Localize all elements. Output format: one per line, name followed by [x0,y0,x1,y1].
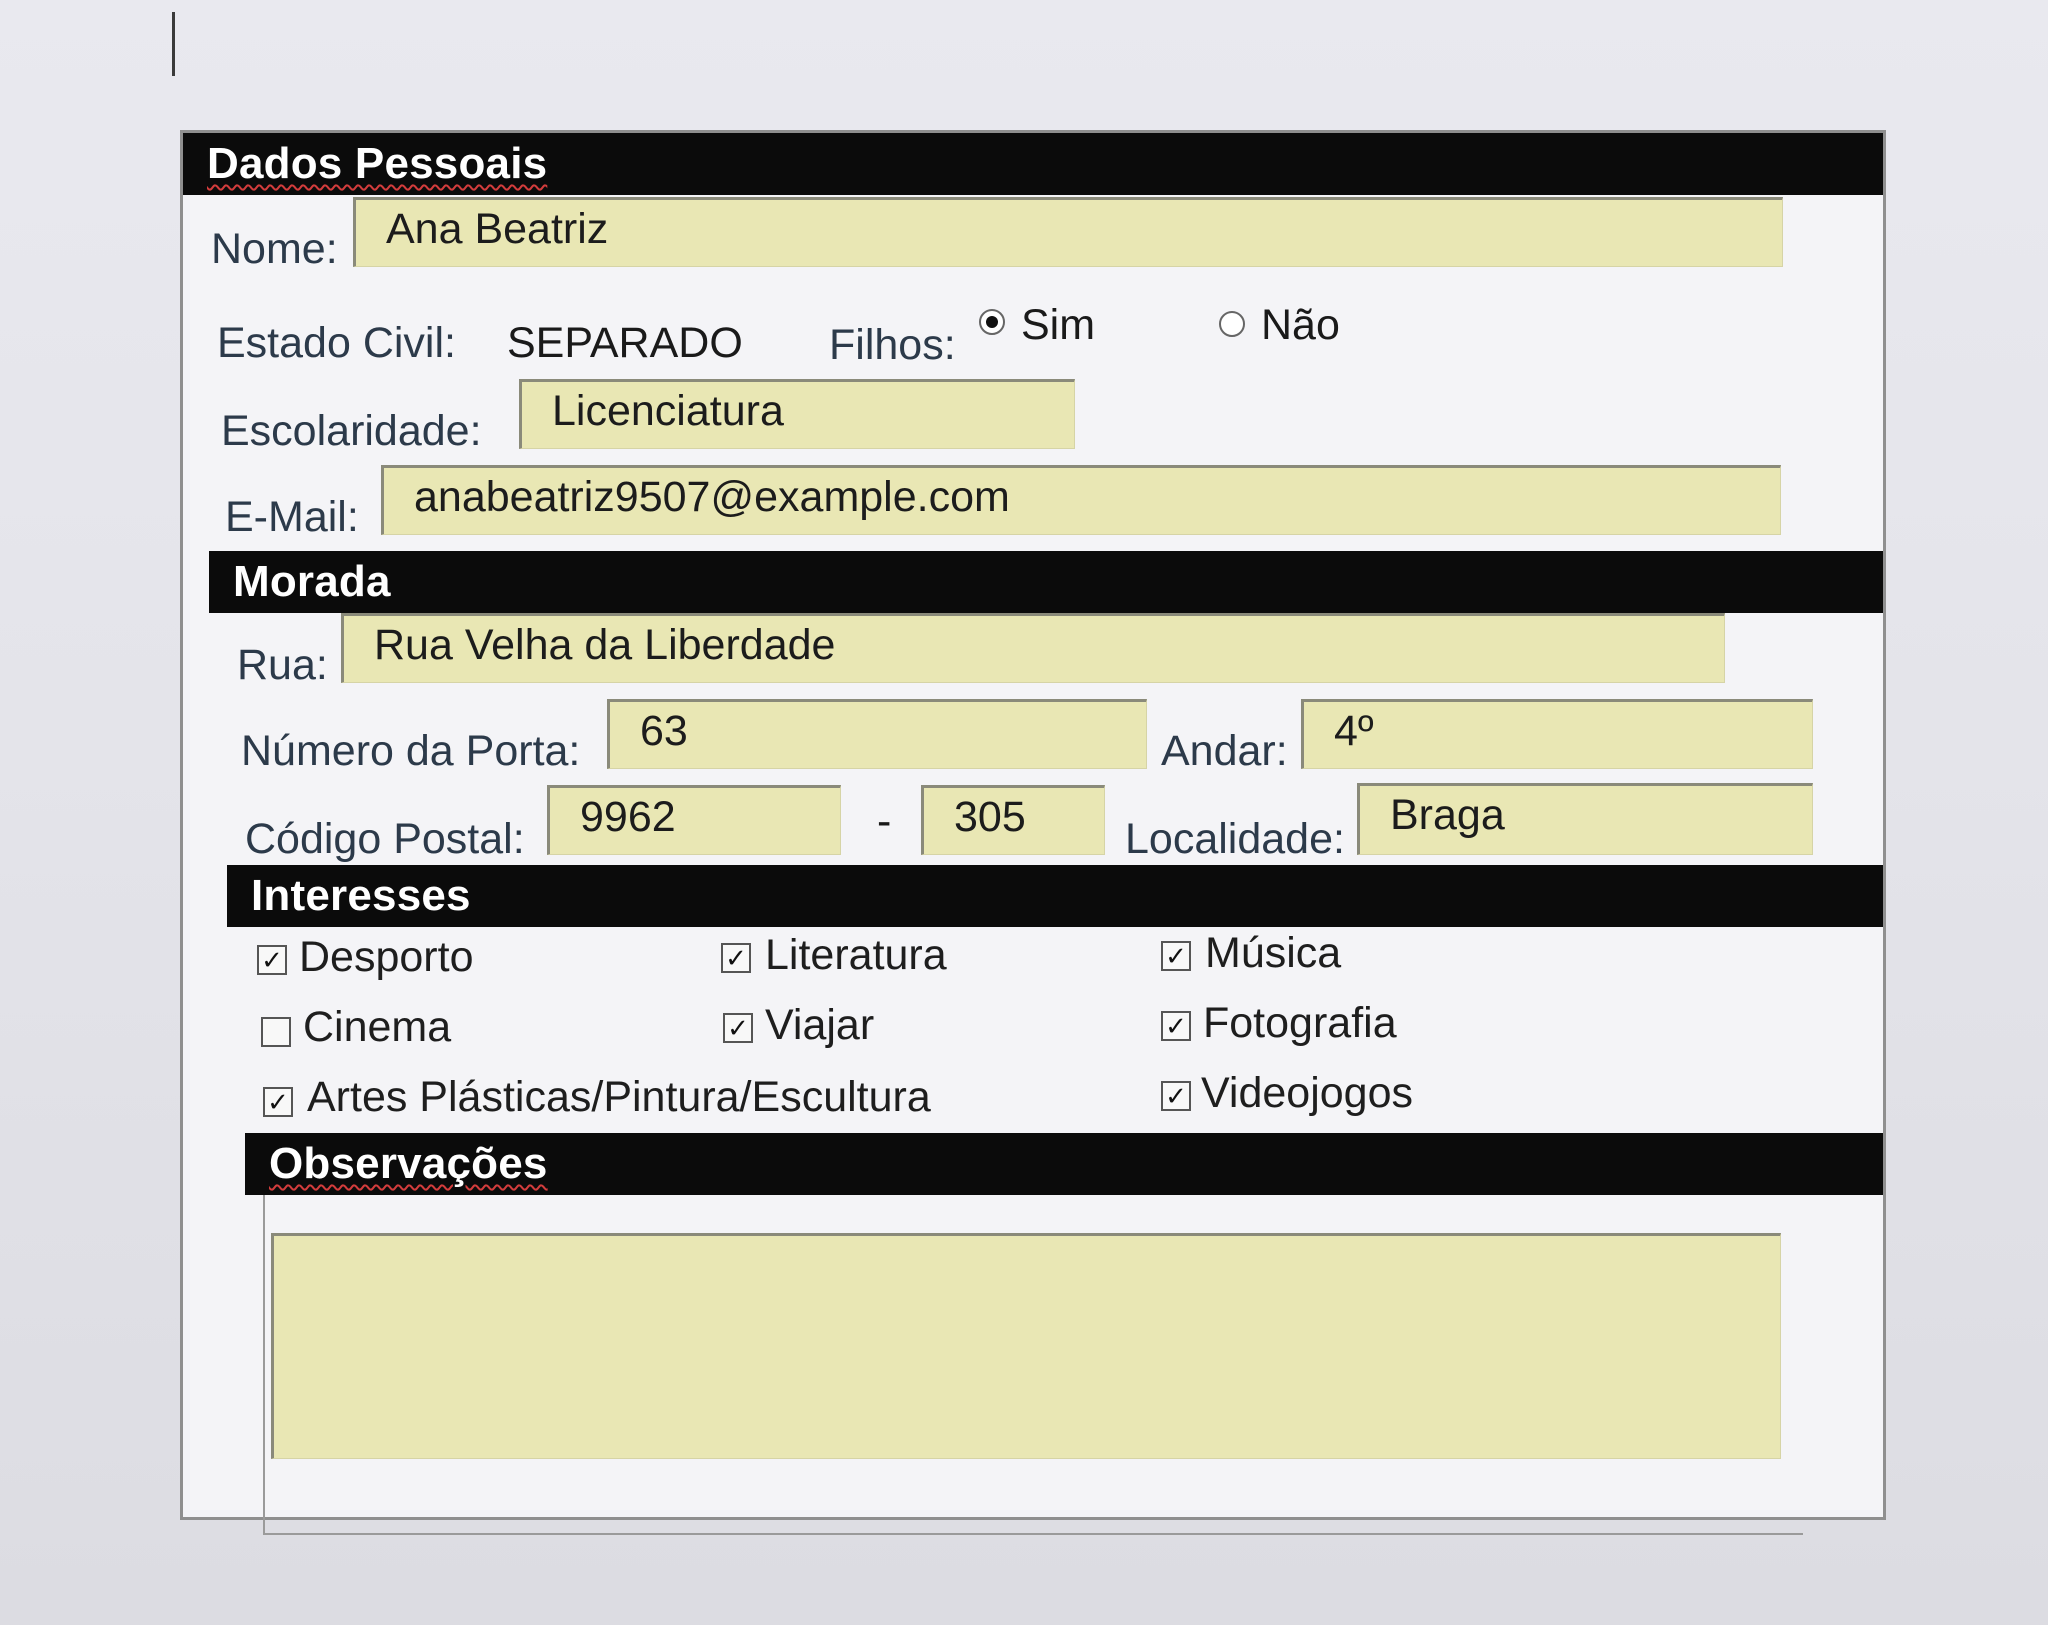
escolaridade-field[interactable]: Licenciatura [519,379,1075,449]
interest-label[interactable]: Fotografia [1203,999,1397,1048]
interest-label[interactable]: Videojogos [1201,1069,1413,1118]
numero-porta-label: Número da Porta: [241,727,581,775]
codigo-postal-part1-field[interactable]: 9962 [547,785,841,855]
email-field[interactable]: anabeatriz9507@example.com [381,465,1781,535]
interest-label[interactable]: Literatura [765,931,947,980]
filhos-sim-radio[interactable] [979,309,1005,335]
interest-label[interactable]: Cinema [303,1003,451,1052]
andar-field[interactable]: 4º [1301,699,1813,769]
filhos-label: Filhos: [829,321,956,369]
interest-checkbox[interactable]: ✓ [1161,1081,1191,1111]
codigo-postal-part2-field[interactable]: 305 [921,785,1105,855]
numero-porta-field[interactable]: 63 [607,699,1147,769]
interest-label[interactable]: Viajar [765,1001,874,1050]
observacoes-textarea[interactable] [271,1233,1781,1459]
section-header-dados-pessoais: Dados Pessoais [183,133,1883,195]
andar-label: Andar: [1161,727,1288,775]
nome-label: Nome: [211,225,338,273]
filhos-sim-label[interactable]: Sim [1021,301,1095,350]
codigo-postal-label: Código Postal: [245,815,525,863]
rua-label: Rua: [237,641,328,689]
personal-data-form: Dados Pessoais Nome: Ana Beatriz Estado … [180,130,1886,1535]
nome-field[interactable]: Ana Beatriz [353,197,1783,267]
section-title-observacoes: Observações [269,1139,548,1188]
section-title-interesses: Interesses [251,871,471,920]
interest-checkbox[interactable]: ✓ [257,945,287,975]
escolaridade-label: Escolaridade: [221,407,482,455]
localidade-label: Localidade: [1125,815,1345,863]
codigo-postal-separator: - [877,797,892,845]
estado-civil-value: SEPARADO [507,319,743,367]
interest-checkbox[interactable]: ✓ [723,1013,753,1043]
interest-label[interactable]: Desporto [299,933,473,982]
estado-civil-label: Estado Civil: [217,319,456,367]
interest-label[interactable]: Artes Plásticas/Pintura/Escultura [307,1073,931,1122]
rua-field[interactable]: Rua Velha da Liberdade [341,613,1725,683]
localidade-field[interactable]: Braga [1357,783,1813,855]
interest-label[interactable]: Música [1205,929,1341,978]
section-header-observacoes: Observações [245,1133,1883,1195]
interest-checkbox[interactable]: ✓ [263,1087,293,1117]
section-header-interesses: Interesses [227,865,1883,927]
email-label: E-Mail: [225,493,359,541]
filhos-nao-label[interactable]: Não [1261,301,1340,350]
section-title-morada: Morada [233,557,391,606]
interest-checkbox[interactable]: ✓ [721,943,751,973]
section-header-morada: Morada [209,551,1883,613]
section-title-dados-pessoais: Dados Pessoais [207,139,548,188]
interest-checkbox[interactable] [261,1017,291,1047]
filhos-nao-radio[interactable] [1219,311,1245,337]
interest-checkbox[interactable]: ✓ [1161,1011,1191,1041]
text-cursor [172,12,175,76]
interest-checkbox[interactable]: ✓ [1161,941,1191,971]
